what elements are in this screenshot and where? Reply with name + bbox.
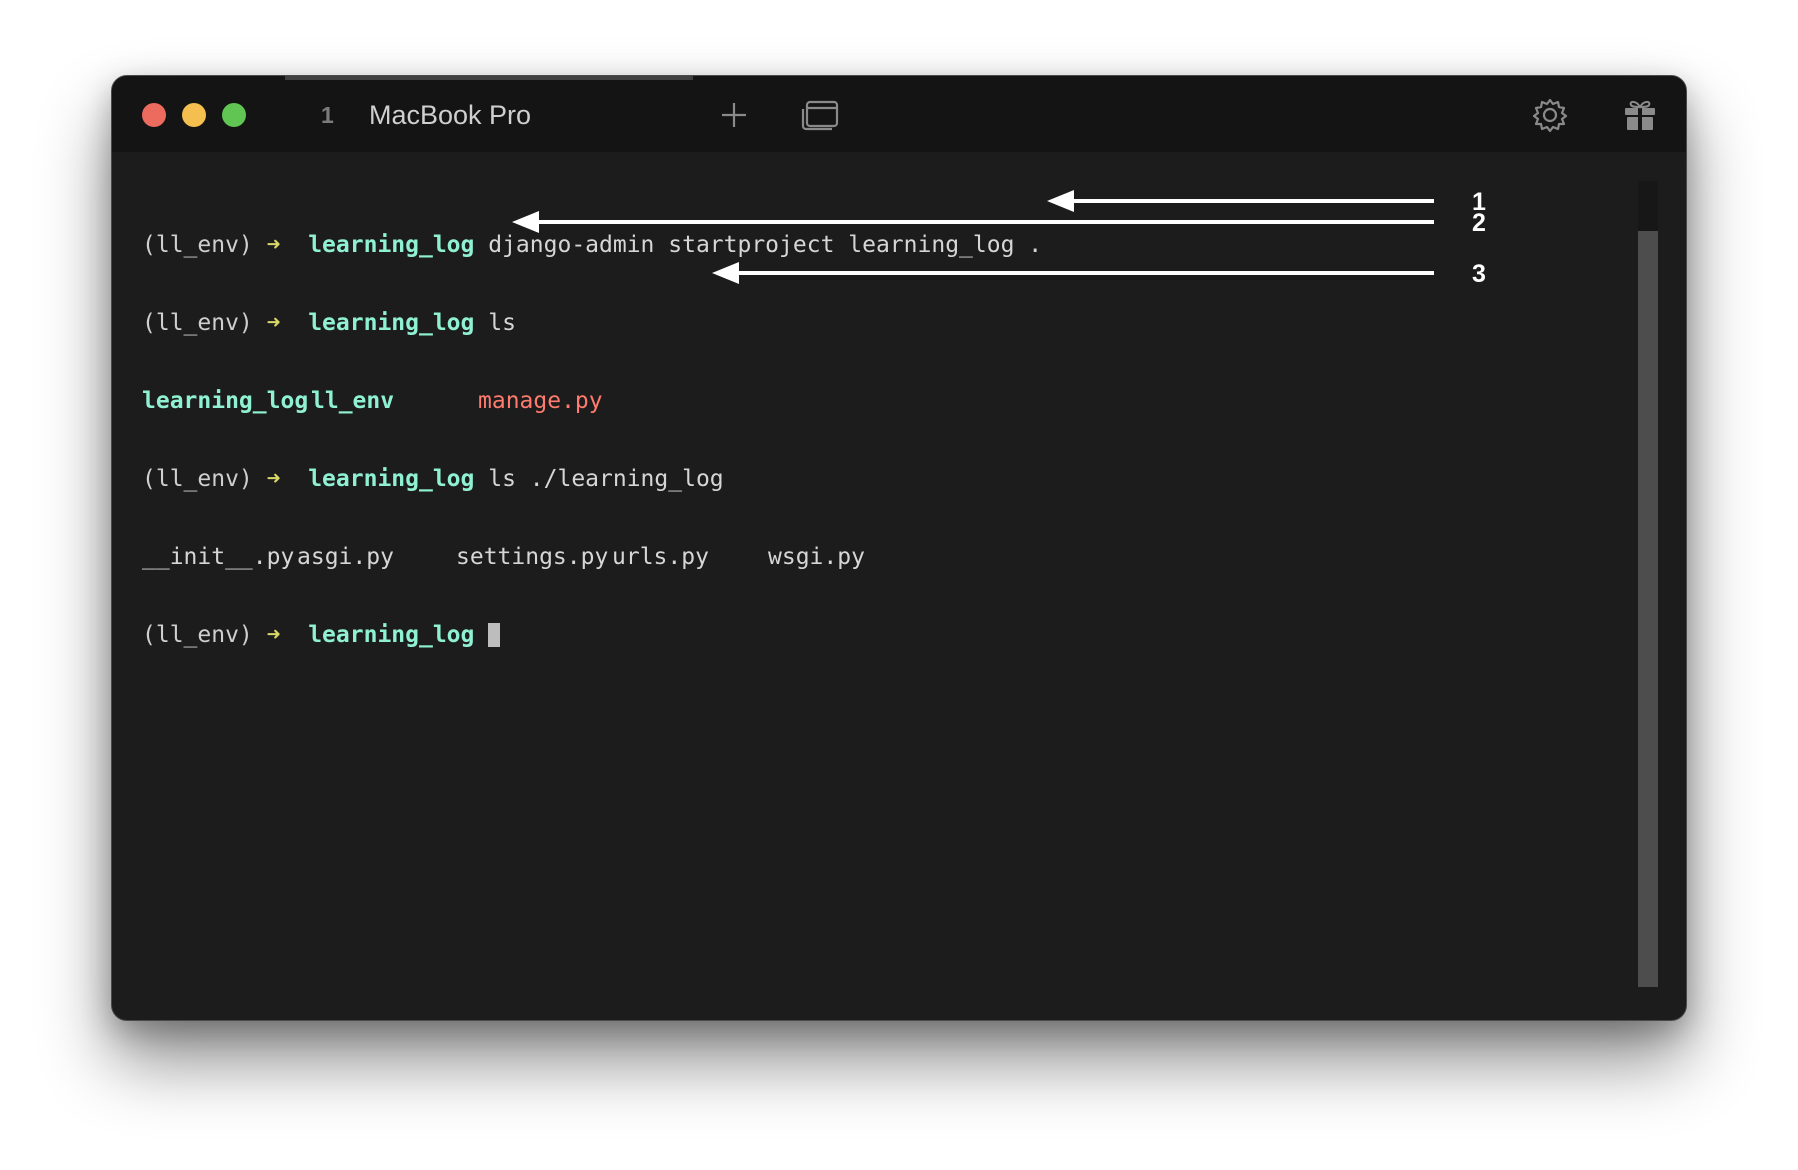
command-text: django-admin startproject learning_log . <box>488 232 1043 258</box>
output-file: asgi.py <box>297 544 394 570</box>
annotation-arrow-1 <box>1047 190 1434 212</box>
output-line: __init__.py asgi.py settings.py urls.py … <box>142 544 1042 570</box>
output-executable: manage.py <box>478 388 603 414</box>
settings-button[interactable] <box>1528 93 1572 137</box>
prompt-arrow: ➜ <box>266 310 281 336</box>
gift-button[interactable] <box>1618 93 1662 137</box>
new-window-button[interactable] <box>799 93 843 137</box>
prompt-line: (ll_env) ➜ learning_log <box>142 622 1042 648</box>
prompt-line: (ll_env) ➜ learning_log ls <box>142 310 1042 336</box>
prompt-arrow: ➜ <box>266 466 281 492</box>
annotation-label-2: 2 <box>1472 209 1486 237</box>
terminal-output[interactable]: (ll_env) ➜ learning_log django-admin sta… <box>142 180 1042 700</box>
gift-icon <box>1625 100 1655 131</box>
output-file: wsgi.py <box>768 544 865 570</box>
output-directory: ll_env <box>311 388 395 414</box>
terminal-window: 1 MacBook Pro (ll_env) ➜ learning_log dj… <box>111 75 1687 1021</box>
text-cursor <box>488 623 501 647</box>
venv-label: (ll_env) <box>142 466 253 492</box>
current-directory: learning_log <box>308 622 475 648</box>
tab-index: 1 <box>321 102 334 128</box>
prompt-arrow: ➜ <box>266 232 281 258</box>
window-icon <box>801 100 839 131</box>
tab-macbook-pro[interactable]: 1 MacBook Pro <box>285 76 693 152</box>
venv-label: (ll_env) <box>142 232 253 258</box>
current-directory: learning_log <box>308 310 475 336</box>
current-directory: learning_log <box>308 466 475 492</box>
output-file: settings.py <box>456 544 609 570</box>
command-text: ls <box>488 310 516 336</box>
output-line: learning_log ll_env manage.py <box>142 388 1042 414</box>
output-directory: learning_log <box>142 388 309 414</box>
annotation-label-3: 3 <box>1472 260 1486 288</box>
close-button[interactable] <box>142 103 166 127</box>
prompt-line: (ll_env) ➜ learning_log ls ./learning_lo… <box>142 466 1042 492</box>
output-file: __init__.py <box>142 544 295 570</box>
plus-icon <box>722 103 746 127</box>
prompt-arrow: ➜ <box>266 622 281 648</box>
venv-label: (ll_env) <box>142 310 253 336</box>
tab-title: MacBook Pro <box>369 100 532 130</box>
output-file: urls.py <box>612 544 709 570</box>
current-directory: learning_log <box>308 232 475 258</box>
scrollbar-thumb[interactable] <box>1638 231 1658 987</box>
gear-icon <box>1532 98 1568 133</box>
minimize-button[interactable] <box>182 103 206 127</box>
new-tab-button[interactable] <box>712 93 756 137</box>
prompt-line: (ll_env) ➜ learning_log django-admin sta… <box>142 232 1042 258</box>
maximize-button[interactable] <box>222 103 246 127</box>
command-text: ls ./learning_log <box>488 466 724 492</box>
venv-label: (ll_env) <box>142 622 253 648</box>
title-bar: 1 MacBook Pro <box>112 76 1686 152</box>
